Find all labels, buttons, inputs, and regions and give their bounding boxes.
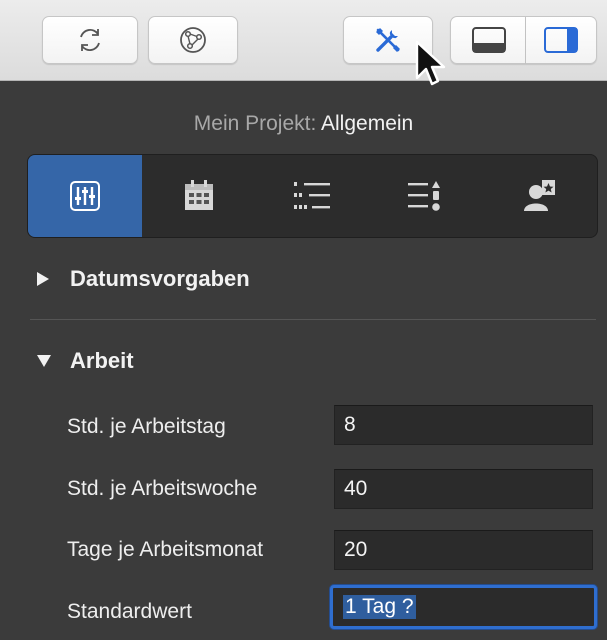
section-arbeit[interactable]: Arbeit (36, 348, 134, 374)
inspector-header: Mein Projekt: Allgemein (0, 112, 607, 136)
hours-per-day-input[interactable] (334, 405, 593, 445)
refresh-icon (75, 25, 105, 55)
refresh-button[interactable] (42, 16, 138, 64)
tab-calendar[interactable] (142, 155, 256, 237)
network-icon (177, 24, 209, 56)
label-days-per-month: Tage je Arbeitsmonat (67, 538, 264, 561)
inspector-tabs (27, 154, 598, 238)
section-divider (30, 319, 596, 320)
default-value-input[interactable]: 1 Tag ? (330, 585, 597, 629)
right-panel-icon (543, 26, 579, 54)
label-hours-per-day: Std. je Arbeitstag (67, 415, 226, 438)
bottom-panel-toggle[interactable] (450, 16, 526, 64)
section-datumsvorgaben[interactable]: Datumsvorgaben (36, 266, 250, 292)
disclosure-collapsed-icon (36, 271, 56, 287)
tab-sort[interactable] (369, 155, 483, 237)
mouse-cursor-icon (415, 40, 447, 93)
tab-general[interactable] (28, 155, 142, 237)
selected-value-text: 1 Tag ? (343, 595, 416, 619)
network-button[interactable] (148, 16, 238, 64)
disclosure-expanded-icon (36, 354, 56, 368)
tab-list[interactable] (256, 155, 370, 237)
tab-resources[interactable] (483, 155, 597, 237)
hours-per-week-input[interactable] (334, 469, 593, 509)
days-per-month-input[interactable] (334, 530, 593, 570)
list-icon (292, 179, 332, 213)
label-hours-per-week: Std. je Arbeitswoche (67, 477, 258, 500)
sliders-icon (69, 180, 101, 212)
toolbar (0, 0, 607, 81)
section-title: Allgemein (321, 112, 414, 135)
tools-icon (371, 23, 405, 57)
project-prefix: Mein Projekt: (193, 112, 317, 135)
label-default-value: Standardwert (67, 600, 192, 623)
user-badge-icon (522, 179, 558, 213)
section-label: Datumsvorgaben (70, 266, 250, 291)
section-label: Arbeit (70, 348, 134, 373)
calendar-icon (182, 179, 216, 213)
right-panel-toggle[interactable] (526, 16, 597, 64)
bottom-panel-icon (471, 26, 507, 54)
sort-list-icon (406, 179, 446, 213)
